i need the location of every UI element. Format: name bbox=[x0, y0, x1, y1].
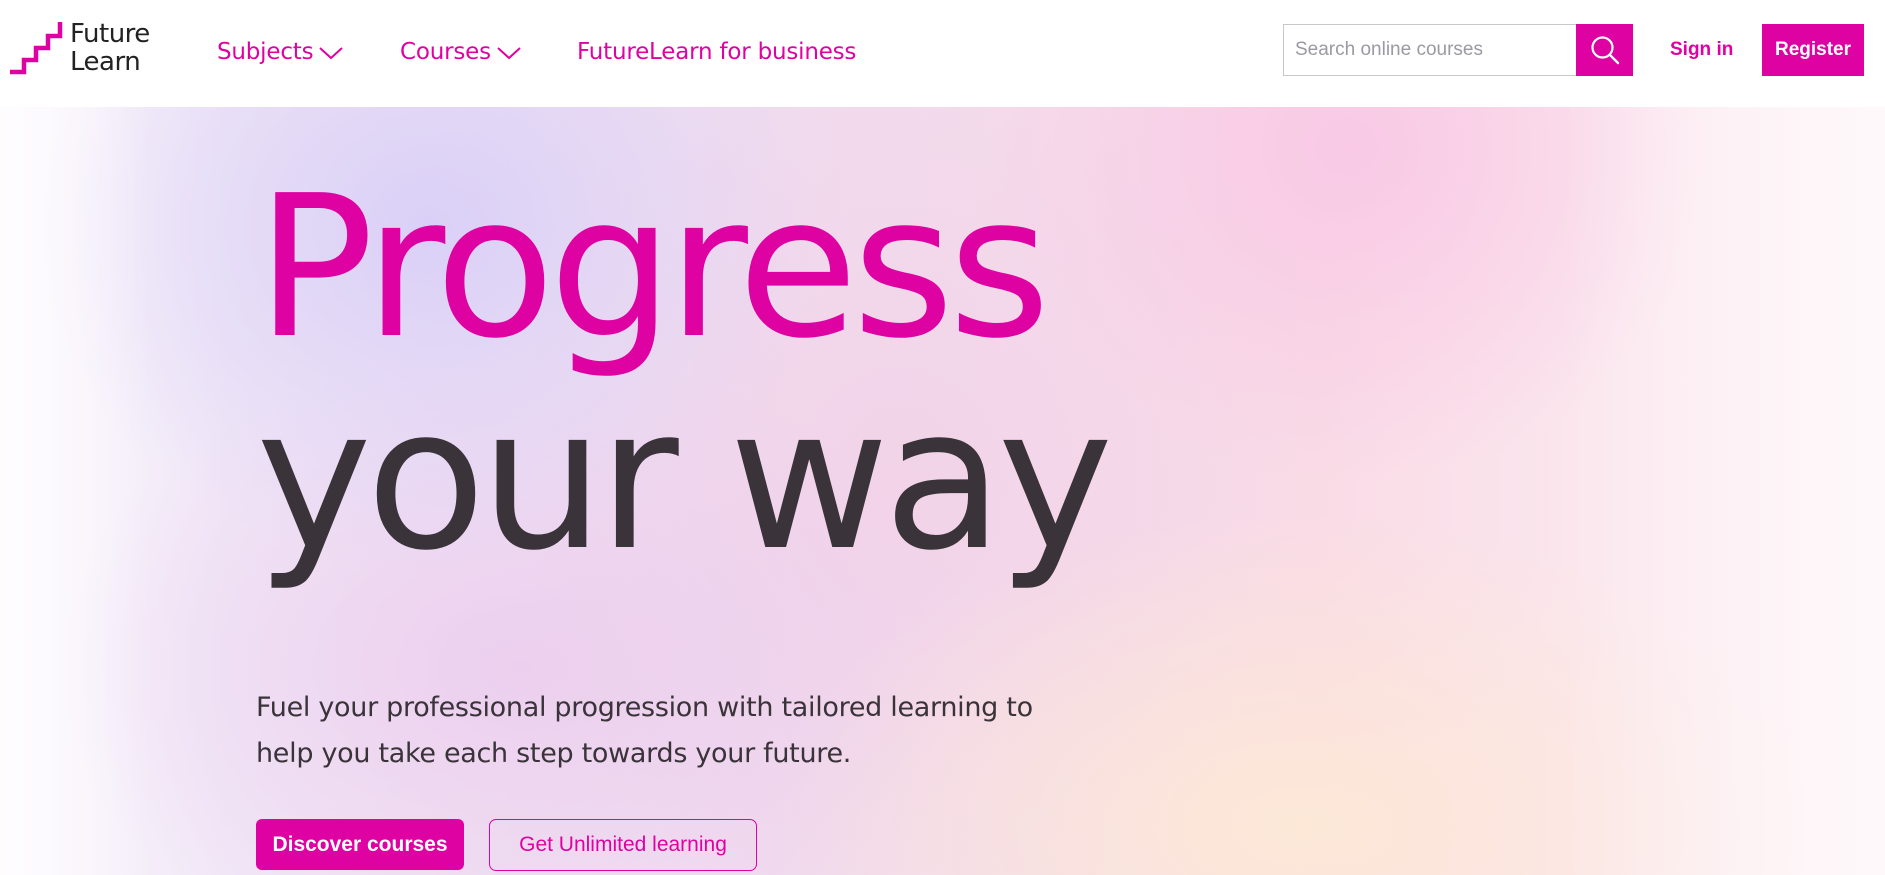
chevron-down-icon bbox=[319, 47, 344, 60]
nav-courses-label: Courses bbox=[400, 39, 491, 65]
logo-text-line1: Future bbox=[70, 19, 150, 49]
search-form bbox=[1283, 24, 1633, 76]
logo-wordmark: Future Learn bbox=[70, 20, 150, 76]
search-button[interactable] bbox=[1576, 24, 1633, 76]
staircase-logo-icon bbox=[10, 22, 63, 75]
hero-title-rest: your way bbox=[256, 366, 1113, 594]
hero-background-fade-right bbox=[1565, 107, 1885, 875]
discover-courses-button[interactable]: Discover courses bbox=[256, 819, 464, 870]
sign-in-link[interactable]: Sign in bbox=[1670, 34, 1733, 66]
logo-text-line2: Learn bbox=[70, 47, 141, 77]
hero-title: Progress your way bbox=[256, 154, 1113, 594]
hero-subtitle-line2: help you take each step towards your fut… bbox=[256, 738, 852, 769]
nav-subjects-label: Subjects bbox=[217, 39, 314, 65]
nav-futurelearn-for-business[interactable]: FutureLearn for business bbox=[577, 34, 856, 70]
get-unlimited-learning-button[interactable]: Get Unlimited learning bbox=[489, 819, 757, 871]
register-button[interactable]: Register bbox=[1762, 24, 1864, 76]
hero-title-highlight: Progress bbox=[256, 154, 1050, 382]
hero-subtitle-line1: Fuel your professional progression with … bbox=[256, 692, 1033, 723]
nav-subjects[interactable]: Subjects bbox=[217, 34, 344, 70]
hero-subtitle: Fuel your professional progression with … bbox=[256, 685, 1076, 777]
futurelearn-logo[interactable]: Future Learn bbox=[10, 20, 160, 80]
hero-background-fade-left bbox=[0, 107, 150, 875]
hero-section: Progress your way Fuel your professional… bbox=[0, 107, 1885, 875]
search-icon bbox=[1590, 36, 1619, 65]
site-header: Future Learn Subjects Courses FutureLear… bbox=[0, 0, 1885, 107]
nav-courses[interactable]: Courses bbox=[400, 34, 522, 70]
search-input[interactable] bbox=[1283, 24, 1576, 76]
chevron-down-icon bbox=[497, 47, 521, 60]
